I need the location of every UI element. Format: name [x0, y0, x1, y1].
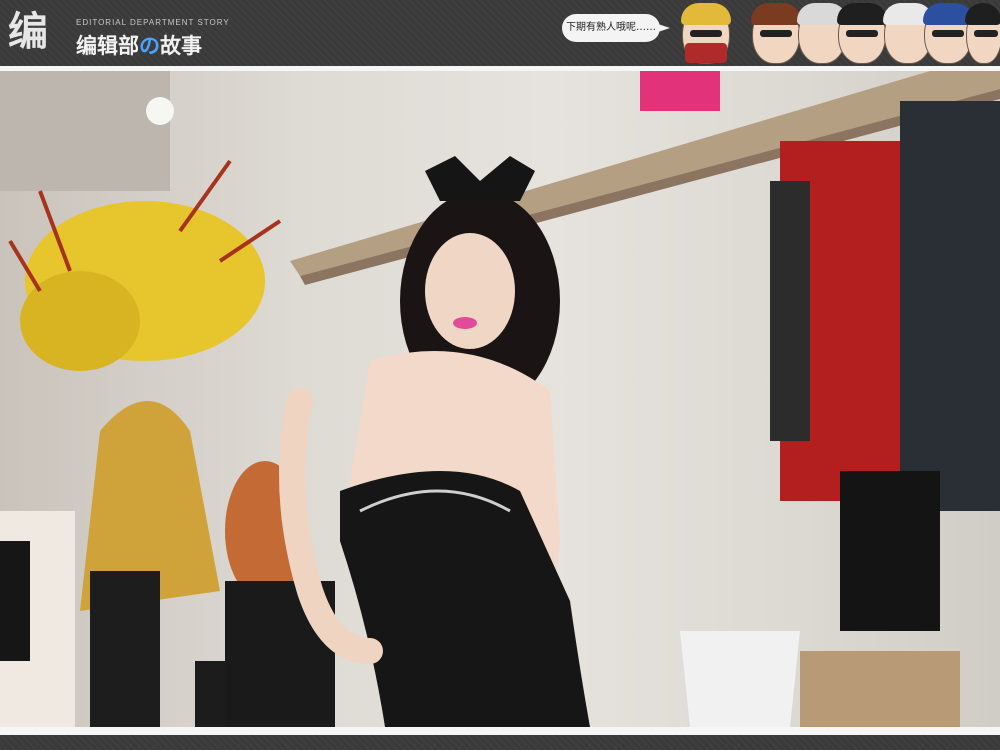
cartoon-face-icon — [965, 3, 1000, 64]
logo-title[interactable]: 编辑部の故事 — [76, 30, 202, 60]
logo-mark: 编 — [8, 9, 48, 55]
photo-illustration — [0, 71, 1000, 727]
main-photo — [0, 71, 1000, 727]
header-bar: 编 EDITORIAL DEPARTMENT STORY 编辑部の故事 下期有熟… — [0, 0, 1000, 66]
logo-title-part-1: 编辑部 — [76, 34, 139, 58]
cartoon-faces-banner — [680, 0, 1000, 66]
logo-title-part-2: の — [139, 34, 160, 58]
logo-subtitle: EDITORIAL DEPARTMENT STORY — [76, 18, 230, 27]
cartoon-face-icon — [837, 3, 887, 64]
speech-bubble: 下期有熟人哦呢…… — [562, 14, 670, 42]
footer-bar — [0, 735, 1000, 750]
cartoon-face-icon — [751, 3, 801, 64]
cartoon-face-icon — [923, 3, 973, 64]
cartoon-face-icon — [681, 3, 731, 64]
logo-title-part-3: 故事 — [160, 34, 202, 58]
frame-bottom-border — [0, 727, 1000, 735]
